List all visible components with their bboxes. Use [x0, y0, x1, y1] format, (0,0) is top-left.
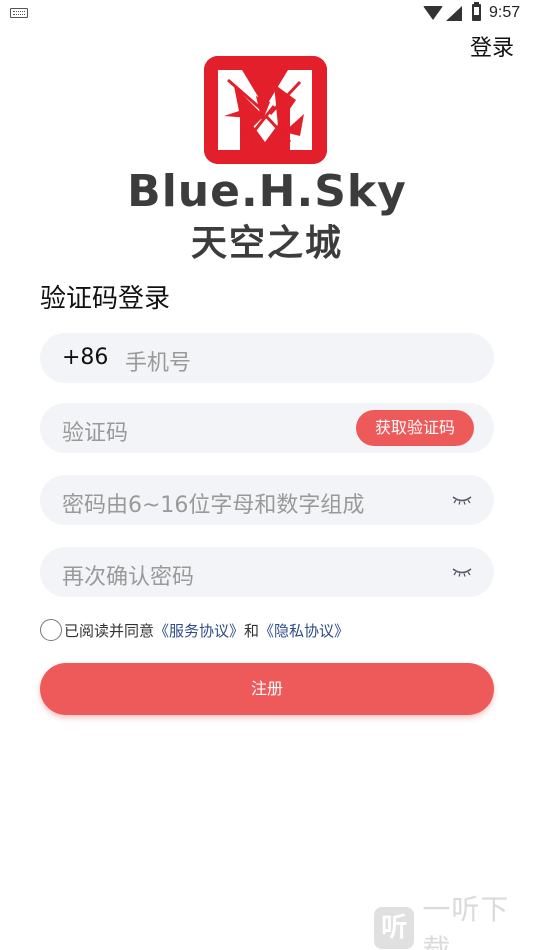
agreement-text: 已阅读并同意 [64, 621, 155, 640]
confirm-password-field[interactable]: 再次确认密码 [40, 547, 494, 597]
code-field[interactable]: 验证码 获取验证码 [40, 403, 494, 453]
privacy-agreement-link[interactable]: 《隐私协议》 [259, 620, 349, 641]
password-field[interactable]: 密码由6~16位字母和数字组成 [40, 475, 494, 525]
watermark-badge: 听 [374, 907, 415, 949]
code-input[interactable]: 验证码 [62, 415, 128, 447]
wifi-icon [423, 6, 443, 20]
confirm-password-input[interactable]: 再次确认密码 [62, 559, 194, 591]
keyboard-icon [10, 8, 28, 18]
service-agreement-link[interactable]: 《服务协议》 [154, 620, 244, 641]
eye-closed-icon[interactable] [452, 495, 472, 505]
register-button[interactable]: 注册 [40, 663, 494, 715]
country-code[interactable]: +86 [62, 345, 108, 370]
watermark-text: 一听下载 [422, 893, 510, 950]
agreement-row: 已阅读并同意 《服务协议》 和 《隐私协议》 [40, 618, 349, 642]
brand-name-cn: 天空之城 [190, 223, 343, 264]
signal-icon [446, 6, 462, 21]
status-time: 9:57 [489, 4, 521, 21]
brand-name-en: Blue.H.Sky [127, 166, 407, 217]
battery-icon [472, 2, 481, 21]
eye-closed-icon[interactable] [452, 567, 472, 577]
app-logo [204, 56, 327, 164]
get-code-button[interactable]: 获取验证码 [356, 410, 474, 446]
watermark: 听 一听下载 [374, 893, 534, 950]
agreement-and: 和 [244, 621, 260, 640]
password-input[interactable]: 密码由6~16位字母和数字组成 [62, 487, 364, 519]
page-title: 验证码登录 [40, 284, 171, 314]
login-link[interactable]: 登录 [470, 30, 514, 62]
agreement-checkbox[interactable] [40, 619, 62, 641]
logo-mark-icon [204, 56, 327, 164]
phone-input[interactable]: 手机号 [125, 345, 191, 377]
phone-field[interactable]: +86 手机号 [40, 333, 494, 383]
status-bar: 9:57 [0, 0, 534, 28]
